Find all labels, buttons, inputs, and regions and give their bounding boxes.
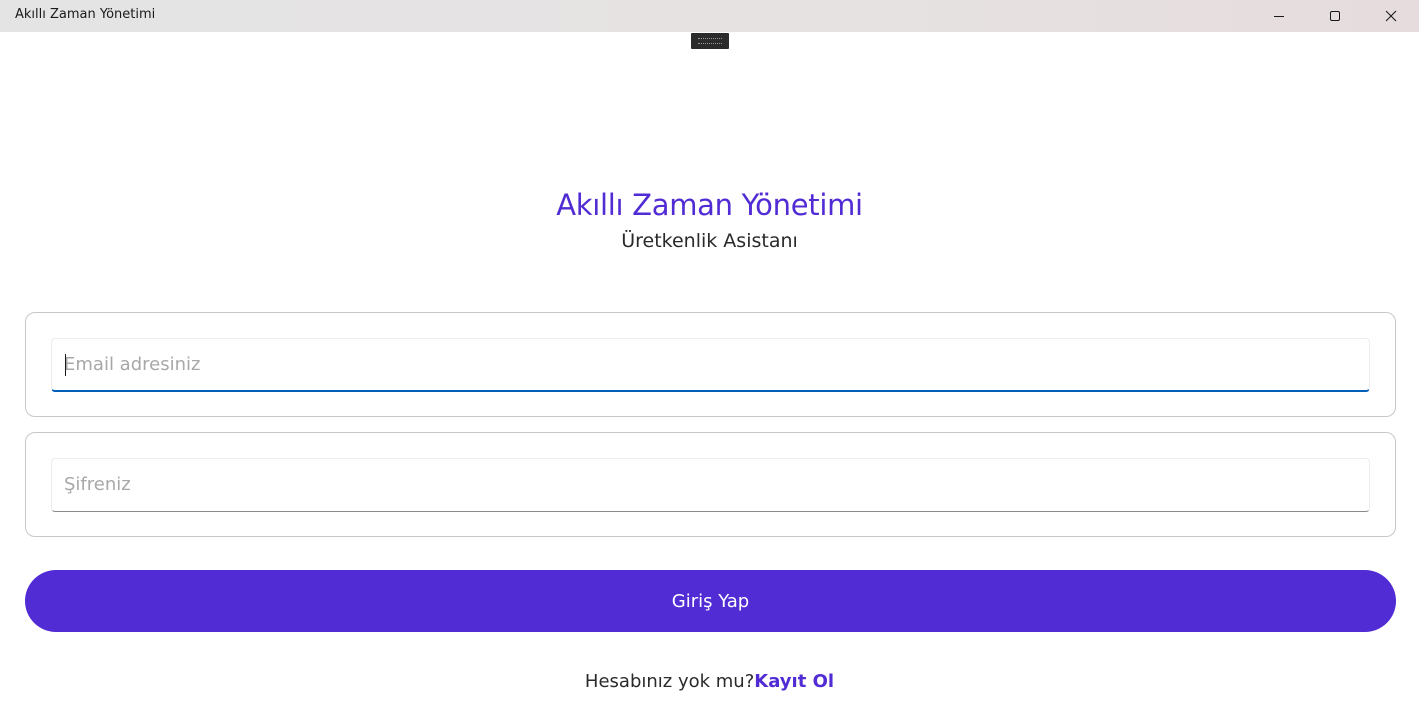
signup-prompt: Hesabınız yok mu?Kayıt Ol <box>0 671 1419 692</box>
email-field-container[interactable] <box>51 338 1370 392</box>
signup-link[interactable]: Kayıt Ol <box>754 671 834 692</box>
email-field[interactable] <box>64 339 1354 389</box>
title-bar[interactable]: Akıllı Zaman Yönetimi <box>0 0 1419 32</box>
minimize-icon <box>1274 16 1284 17</box>
debug-toolbar-handle[interactable] <box>691 33 729 49</box>
minimize-button[interactable] <box>1251 0 1307 32</box>
signup-question: Hesabınız yok mu? <box>584 671 755 692</box>
text-caret <box>65 354 66 376</box>
login-button[interactable]: Giriş Yap <box>25 570 1396 632</box>
close-icon <box>1385 10 1397 22</box>
grip-icon <box>698 38 722 44</box>
email-card <box>25 312 1396 417</box>
password-field-container[interactable] <box>51 458 1370 512</box>
maximize-icon <box>1330 11 1340 21</box>
page-subtitle: Üretkenlik Asistanı <box>621 230 798 252</box>
password-field[interactable] <box>64 459 1354 509</box>
window-title: Akıllı Zaman Yönetimi <box>15 7 156 22</box>
close-button[interactable] <box>1363 0 1419 32</box>
page-title: Akıllı Zaman Yönetimi <box>556 188 863 222</box>
maximize-button[interactable] <box>1307 0 1363 32</box>
password-card <box>25 432 1396 537</box>
